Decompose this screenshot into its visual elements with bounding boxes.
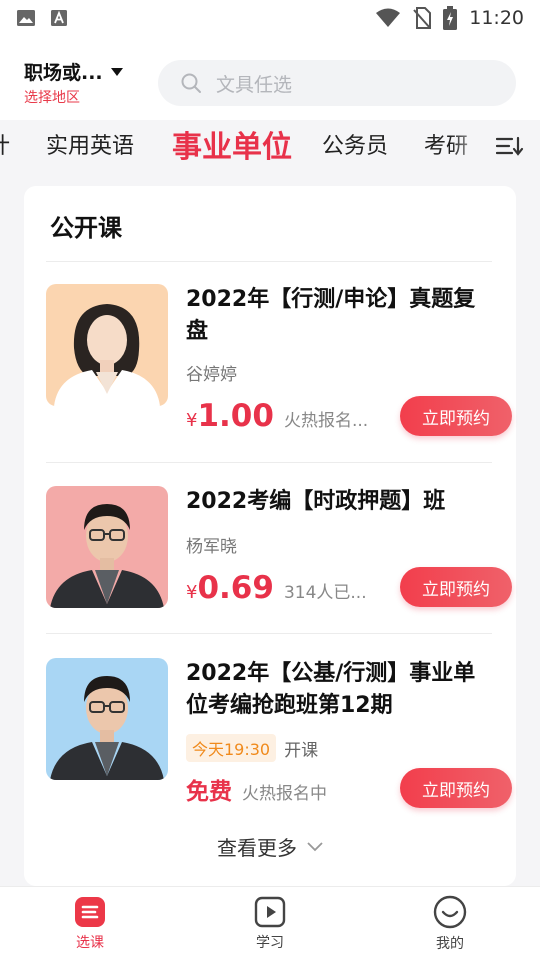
enroll-status: 火热报名... bbox=[283, 411, 369, 431]
play-icon bbox=[254, 896, 286, 927]
tab-civil-servant[interactable]: 公务员 bbox=[322, 128, 388, 160]
course-title: 2022考编【时政押题】班 bbox=[186, 489, 446, 514]
open-course-card: 公开课 2022年【行测/申论】真题复盘 谷婷婷 ¥ 1.00 火热报名... … bbox=[24, 186, 516, 886]
price-symbol: ¥ bbox=[186, 582, 198, 603]
teacher-name: 谷婷婷 bbox=[186, 365, 237, 385]
course-item[interactable]: 2022年【行测/申论】真题复盘 谷婷婷 ¥ 1.00 火热报名... bbox=[46, 284, 492, 434]
nav-label-course-select: 选课 bbox=[76, 934, 104, 951]
start-time-badge: 今天19:30 bbox=[186, 734, 277, 762]
search-placeholder: 文具任选 bbox=[216, 73, 293, 96]
reserve-button[interactable]: 立即预约 bbox=[400, 567, 512, 607]
nav-item-study[interactable]: 学习 bbox=[180, 887, 360, 960]
sort-icon bbox=[496, 136, 524, 156]
tab-english[interactable]: 实用英语 bbox=[46, 128, 134, 160]
battery-charging-icon bbox=[443, 6, 458, 30]
bottom-nav: 选课 学习 我的 bbox=[0, 886, 540, 960]
category-tabs: 计 实用英语 事业单位 公务员 考研 bbox=[0, 120, 540, 172]
course-title: 2022年【行测/申论】真题复盘 bbox=[186, 287, 476, 344]
reserve-button[interactable]: 立即预约 bbox=[400, 768, 512, 808]
teacher-name: 杨军晓 bbox=[186, 537, 237, 557]
price-free: 免费 bbox=[186, 779, 232, 805]
see-more-button[interactable]: 查看更多 bbox=[24, 832, 516, 861]
nav-label-study: 学习 bbox=[256, 934, 284, 951]
price-value: 0.69 bbox=[197, 570, 274, 606]
category-sort-button[interactable] bbox=[480, 120, 540, 172]
teacher-photo bbox=[46, 486, 168, 608]
region-sub-label: 选择地区 bbox=[24, 90, 80, 106]
reserve-button[interactable]: 立即预约 bbox=[400, 396, 512, 436]
smile-icon bbox=[433, 895, 467, 928]
tab-public-institution[interactable]: 事业单位 bbox=[172, 122, 292, 166]
font-icon bbox=[51, 10, 67, 26]
no-sim-icon bbox=[413, 7, 432, 29]
course-select-icon bbox=[75, 896, 105, 927]
enroll-status: 314人已... bbox=[283, 583, 367, 603]
see-more-label: 查看更多 bbox=[217, 836, 297, 860]
course-item[interactable]: 2022年【公基/行测】事业单位考编抢跑班第12期 今天19:30 开课 免费 … bbox=[46, 658, 492, 805]
region-selector[interactable]: 职场或... 选择地区 bbox=[24, 58, 144, 107]
clock: 11:20 bbox=[469, 7, 524, 29]
caret-down-icon bbox=[110, 67, 123, 76]
price-value: 1.00 bbox=[197, 398, 274, 434]
header: 职场或... 选择地区 文具任选 bbox=[0, 36, 540, 120]
enroll-status: 火热报名中 bbox=[242, 784, 327, 804]
gallery-icon bbox=[17, 10, 35, 26]
wifi-icon bbox=[376, 8, 401, 27]
price-symbol: ¥ bbox=[186, 410, 198, 431]
card-title: 公开课 bbox=[50, 214, 122, 242]
course-title: 2022年【公基/行测】事业单位考编抢跑班第12期 bbox=[186, 661, 476, 718]
status-bar: 11:20 bbox=[0, 0, 540, 36]
start-time-suffix: 开课 bbox=[284, 740, 319, 761]
teacher-photo bbox=[46, 284, 168, 406]
search-icon bbox=[181, 73, 201, 93]
nav-item-course-select[interactable]: 选课 bbox=[0, 887, 180, 960]
chevron-down-icon bbox=[307, 841, 323, 851]
nav-item-me[interactable]: 我的 bbox=[360, 887, 540, 960]
nav-label-me: 我的 bbox=[436, 935, 464, 952]
tab-partial[interactable]: 计 bbox=[0, 128, 10, 160]
search-input[interactable]: 文具任选 bbox=[158, 60, 516, 106]
region-name: 职场或... bbox=[24, 62, 103, 84]
teacher-photo bbox=[46, 658, 168, 780]
